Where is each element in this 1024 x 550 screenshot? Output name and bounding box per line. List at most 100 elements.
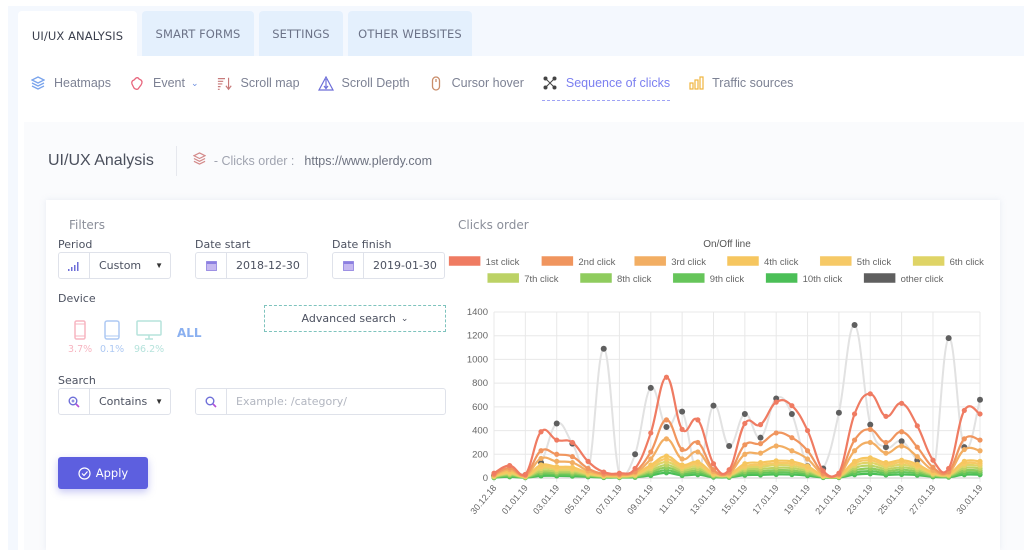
- nav-item-label: Traffic sources: [712, 76, 794, 90]
- data-point: [899, 429, 905, 435]
- data-point: [648, 456, 654, 462]
- x-tick-label: 25.01.19: [876, 483, 906, 516]
- data-point: [899, 457, 905, 463]
- data-point: [710, 402, 717, 409]
- date-finish-label: Date finish: [332, 238, 392, 251]
- data-point: [977, 437, 983, 443]
- nav-item-scroll-map[interactable]: Scroll map: [217, 73, 300, 93]
- y-tick-label: 1000: [467, 354, 488, 365]
- data-point: [742, 461, 748, 467]
- data-point: [569, 439, 575, 446]
- tablet-pct: 0.1%: [100, 344, 125, 355]
- legend-label: 7th click: [524, 274, 559, 285]
- device-label: Device: [58, 292, 96, 305]
- device-all-button[interactable]: ALL: [177, 326, 202, 340]
- chevron-down-icon: ⌄: [190, 77, 199, 88]
- data-point: [820, 468, 826, 474]
- data-point: [695, 449, 701, 455]
- data-point: [867, 421, 874, 428]
- search-input[interactable]: Example: /category/: [195, 388, 446, 415]
- legend-label: 3rd click: [671, 257, 706, 268]
- date-start-input[interactable]: 2018-12-30: [195, 252, 308, 279]
- x-tick-label: 07.01.19: [594, 483, 624, 516]
- nav-item-label: Scroll map: [240, 76, 300, 90]
- data-point: [585, 465, 591, 472]
- data-point: [789, 458, 795, 464]
- data-point: [538, 455, 544, 462]
- data-point: [757, 441, 764, 447]
- date-start-label: Date start: [195, 238, 251, 251]
- filters-title: Filters: [69, 218, 105, 232]
- nav-item-event[interactable]: Event ⌄: [129, 73, 199, 93]
- legend-label: 8th click: [617, 274, 652, 285]
- data-point: [553, 420, 560, 427]
- data-point: [507, 462, 513, 469]
- data-point: [961, 458, 967, 464]
- nav-item-label: Cursor hover: [451, 76, 524, 90]
- data-point: [648, 430, 654, 436]
- data-point: [914, 454, 920, 460]
- search-mode-select[interactable]: Contains ▼: [58, 388, 171, 415]
- data-point: [914, 444, 920, 450]
- nav-item-heatmaps[interactable]: Heatmaps: [30, 73, 111, 93]
- data-point: [851, 322, 858, 329]
- nav-item-traffic-sources[interactable]: Traffic sources: [688, 73, 793, 93]
- device-desktop[interactable]: 96.2%: [134, 320, 164, 355]
- nav-item-sequence-of-clicks[interactable]: Sequence of clicks: [541, 73, 671, 101]
- data-point: [726, 467, 732, 473]
- data-point: [742, 442, 748, 448]
- data-point: [695, 459, 701, 465]
- header-divider: [175, 146, 177, 176]
- layers-icon: [30, 75, 46, 91]
- y-tick-label: 200: [472, 449, 488, 460]
- layers-icon: [192, 152, 207, 170]
- data-point: [538, 448, 544, 454]
- data-point: [569, 454, 575, 460]
- device-mobile[interactable]: 3.7%: [68, 320, 92, 355]
- data-point: [898, 438, 905, 445]
- data-point: [679, 446, 685, 453]
- mobile-pct: 3.7%: [68, 344, 93, 355]
- x-tick-label: 30.01.19: [954, 483, 984, 516]
- data-point: [961, 446, 967, 453]
- data-point: [977, 458, 983, 464]
- date-finish-input[interactable]: 2019-01-30: [332, 252, 445, 279]
- y-tick-label: 0: [483, 473, 488, 484]
- device-tablet[interactable]: 0.1%: [100, 320, 124, 355]
- data-point: [726, 442, 733, 449]
- nav-item-cursor-hover[interactable]: Cursor hover: [428, 73, 524, 93]
- data-point: [554, 458, 560, 464]
- data-point: [757, 459, 764, 466]
- data-point: [679, 426, 685, 432]
- apply-button[interactable]: Apply: [58, 457, 148, 489]
- data-point: [899, 443, 905, 449]
- search-mode-value: Contains: [99, 395, 148, 408]
- legend-label: 9th click: [710, 274, 745, 285]
- app-frame: UI/UX ANALYSIS SMART FORMS SETTINGS OTHE…: [8, 6, 1024, 550]
- tab-ui-ux-analysis[interactable]: UI/UX ANALYSIS: [18, 11, 137, 61]
- legend-label: 1st click: [486, 257, 520, 268]
- data-point: [914, 461, 920, 467]
- data-point: [757, 450, 764, 456]
- data-point: [930, 457, 936, 463]
- period-select[interactable]: Custom ▼: [58, 252, 171, 279]
- advanced-search-button[interactable]: Advanced search ⌄: [264, 305, 446, 332]
- tab-other-websites[interactable]: OTHER WEBSITES: [348, 11, 472, 56]
- legend-swatch: [672, 272, 706, 284]
- data-point: [663, 424, 670, 431]
- data-point: [647, 384, 654, 391]
- bar-chart-icon: [688, 75, 704, 91]
- tab-settings[interactable]: SETTINGS: [259, 11, 343, 56]
- data-point: [554, 464, 560, 470]
- hand-icon: [129, 75, 145, 91]
- nav-item-scroll-depth[interactable]: Scroll Depth: [317, 73, 410, 93]
- legend-swatch: [765, 272, 798, 284]
- data-point: [773, 443, 779, 449]
- mouse-icon: [428, 75, 444, 91]
- data-point: [663, 453, 670, 459]
- y-tick-label: 1400: [467, 307, 488, 318]
- data-point: [679, 456, 685, 462]
- data-point: [663, 417, 670, 423]
- content-area: Heatmaps Event ⌄ Scroll map Scroll Depth…: [18, 56, 1024, 550]
- tab-smart-forms[interactable]: SMART FORMS: [142, 11, 254, 56]
